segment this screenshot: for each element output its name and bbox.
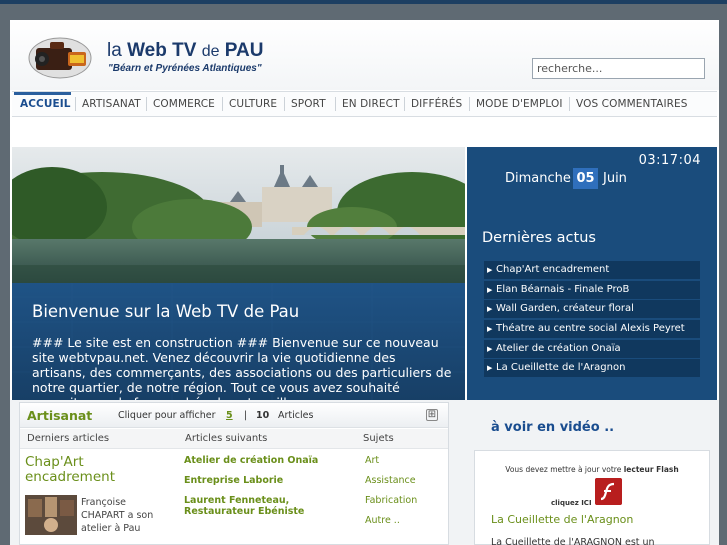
nav-item-en-direct[interactable]: EN DIRECT [342,98,400,110]
nav-item-commerce[interactable]: COMMERCE [153,98,215,110]
news-panel: 03:17:04 Dimanche 05 Juin Dernières actu… [467,147,717,400]
flash-message: Vous devez mettre à jour votre lecteur F… [475,465,709,474]
site-title-prefix: la [107,40,122,61]
news-item-label: Théatre au centre social Alexis Peyret [496,323,685,335]
article-thumbnail[interactable] [25,495,77,535]
video-section-title: à voir en vidéo .. [491,420,615,435]
camera-logo-icon[interactable] [28,34,92,80]
news-item-label: Wall Garden, créateur floral [496,303,634,315]
subject-link[interactable]: Fabrication [365,495,445,506]
arrow-right-icon: ▶ [487,364,493,373]
news-item[interactable]: ▶ Wall Garden, créateur floral [484,300,700,319]
news-title: Dernières actus [482,230,596,246]
nav-item-differes[interactable]: DIFFÉRÉS [411,98,462,110]
news-item[interactable]: ▶ Chap'Art encadrement [484,261,700,279]
site-tagline: "Béarn et Pyrénées Atlantiques" [108,63,262,74]
nav-separator [335,97,336,111]
flash-click-link[interactable]: cliquez ICI [551,499,592,507]
site-title[interactable]: la Web TV de PAU [107,40,263,62]
news-item-label: Chap'Art encadrement [496,264,610,275]
col-subjects-header: Sujets [363,433,394,444]
video-description: La Cueillette de l'ARAGNON est un [491,537,655,545]
nav-item-artisanat[interactable]: ARTISANAT [82,98,141,110]
nav-separator [222,97,223,111]
subject-link[interactable]: Assistance [365,475,445,486]
date-day: Dimanche [505,171,571,186]
thumbnail-image [25,495,77,535]
arrow-right-icon: ▶ [487,344,493,353]
col-next-header: Articles suivants [185,433,268,444]
articles-label: Articles [278,410,314,421]
clock: 03:17:04 [638,153,701,168]
news-item[interactable]: ▶ Elan Béarnais - Finale ProB [484,280,700,299]
count-separator: | [244,410,248,421]
nav-item-mode-emploi[interactable]: MODE D'EMPLOI [476,98,563,110]
next-article-link[interactable]: Laurent Fenneteau, Restaurateur Ebéniste [184,495,352,517]
subjects-list: Art Assistance Fabrication Autre .. [365,455,445,535]
flash-player-icon[interactable] [595,478,622,505]
nav-separator [469,97,470,111]
site-title-main: Web TV [127,40,197,61]
artisanat-header: Artisanat Cliquer pour afficher 5 | 10 A… [20,403,448,428]
next-article-link[interactable]: Atelier de création Onaïa [184,455,352,466]
news-item-label: Atelier de création Onaïa [496,342,621,354]
show-10-link[interactable]: 10 [256,410,269,421]
arrow-right-icon: ▶ [487,305,493,314]
news-item-label: Elan Béarnais - Finale ProB [496,283,630,295]
next-articles-list: Atelier de création Onaïa Entreprise Lab… [184,455,352,526]
video-name-link[interactable]: La Cueillette de l'Aragnon [491,513,633,526]
arrow-right-icon: ▶ [487,325,493,334]
news-item[interactable]: ▶ La Cueillette de l'Aragnon [484,359,700,378]
flash-message-bold: lecteur Flash [623,465,679,474]
search-input[interactable] [532,58,705,79]
nav-item-sport[interactable]: SPORT [291,98,326,110]
site-title-city: PAU [224,40,264,61]
news-list: ▶ Chap'Art encadrement ▶ Elan Béarnais - F… [484,261,700,379]
site-header: la Web TV de PAU "Béarn et Pyrénées Atla… [10,20,719,90]
date-month: Juin [603,171,627,186]
hero-banner: Bienvenue sur la Web TV de Pau ### Le si… [12,147,465,400]
artisanat-title[interactable]: Artisanat [27,408,92,423]
hero-text: ### Le site est en construction ### Bien… [32,335,452,400]
nav-separator [569,97,570,111]
nav-separator [284,97,285,111]
show-label: Cliquer pour afficher [118,410,216,421]
news-item[interactable]: ▶ Théatre au centre social Alexis Peyret [484,320,700,339]
latest-article-text: Françoise CHAPART a son atelier à Pau [81,497,154,534]
artisanat-box: Artisanat Cliquer pour afficher 5 | 10 A… [19,402,449,545]
flash-message-prefix: Vous devez mettre à jour votre [505,465,622,474]
top-strip [0,0,727,4]
nav-separator [146,97,147,111]
columns-header: Derniers articles Articles suivants Suje… [20,429,448,449]
latest-article-title[interactable]: Chap'Art encadrement [25,455,175,485]
nav-item-culture[interactable]: CULTURE [229,98,277,110]
hero-title: Bienvenue sur la Web TV de Pau [32,302,300,321]
video-box: Vous devez mettre à jour votre lecteur F… [474,450,710,545]
col-latest-header: Derniers articles [27,433,110,444]
nav-item-commentaires[interactable]: VOS COMMENTAIRES [576,98,688,110]
nav-item-accueil[interactable]: ACCUEIL [20,98,71,110]
nav-active-indicator [14,92,71,95]
nav-separator [404,97,405,111]
subject-link[interactable]: Art [365,455,445,466]
arrow-right-icon: ▶ [487,285,493,294]
main-nav: ACCUEIL ARTISANAT COMMERCE CULTURE SPORT… [12,91,717,117]
site-title-de: de [201,43,220,60]
news-item[interactable]: ▶ Atelier de création Onaïa [484,339,700,358]
subject-link[interactable]: Autre .. [365,515,445,526]
next-article-link[interactable]: Entreprise Laborie [184,475,352,486]
date-number: 05 [573,168,598,189]
news-item-label: La Cueillette de l'Aragnon [496,362,626,374]
expand-icon[interactable]: ⊞ [426,409,438,421]
arrow-right-icon: ▶ [487,266,493,274]
nav-separator [75,97,76,111]
show-5-link[interactable]: 5 [226,410,233,421]
